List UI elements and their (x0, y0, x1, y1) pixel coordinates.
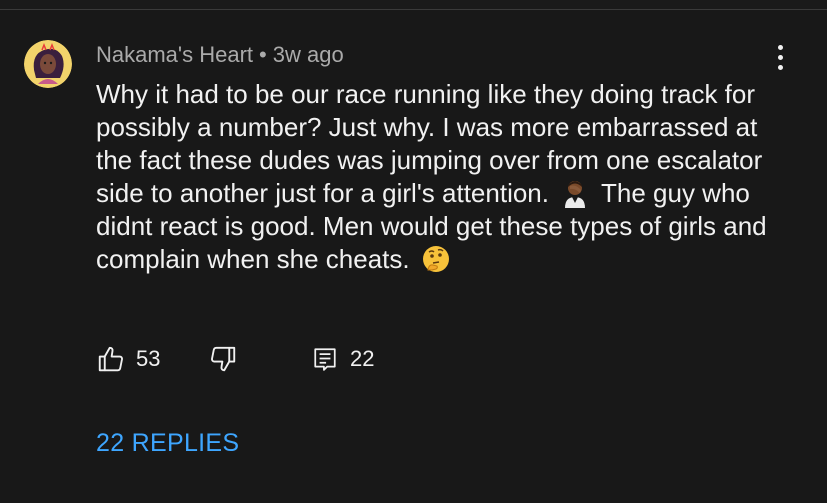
like-button[interactable]: 53 (96, 344, 208, 374)
comment-timestamp[interactable]: 3w ago (273, 42, 344, 67)
thinking-face-emoji (422, 246, 449, 272)
dislike-button[interactable] (208, 344, 312, 374)
author-name[interactable]: Nakama's Heart (96, 42, 253, 67)
like-count: 53 (136, 346, 161, 371)
meta-separator: • (259, 42, 267, 67)
comment-icon (314, 348, 336, 371)
more-vertical-icon (777, 44, 783, 50)
comment-meta: Nakama's Heart • 3w ago (96, 40, 344, 70)
comment-text: Why it had to be our race running like t… (96, 78, 796, 276)
more-options-button[interactable] (764, 40, 796, 74)
man-facepalming-emoji (565, 181, 586, 208)
thumbs-down-icon (211, 346, 236, 372)
thumbs-up-icon (98, 346, 123, 372)
reply-count: 22 (350, 346, 375, 371)
reply-button[interactable]: 22 (312, 346, 374, 372)
top-divider (0, 0, 827, 10)
avatar[interactable] (24, 40, 72, 88)
view-replies-link[interactable]: 22 REPLIES (96, 426, 239, 460)
comment-actions: 53 22 (96, 340, 374, 378)
